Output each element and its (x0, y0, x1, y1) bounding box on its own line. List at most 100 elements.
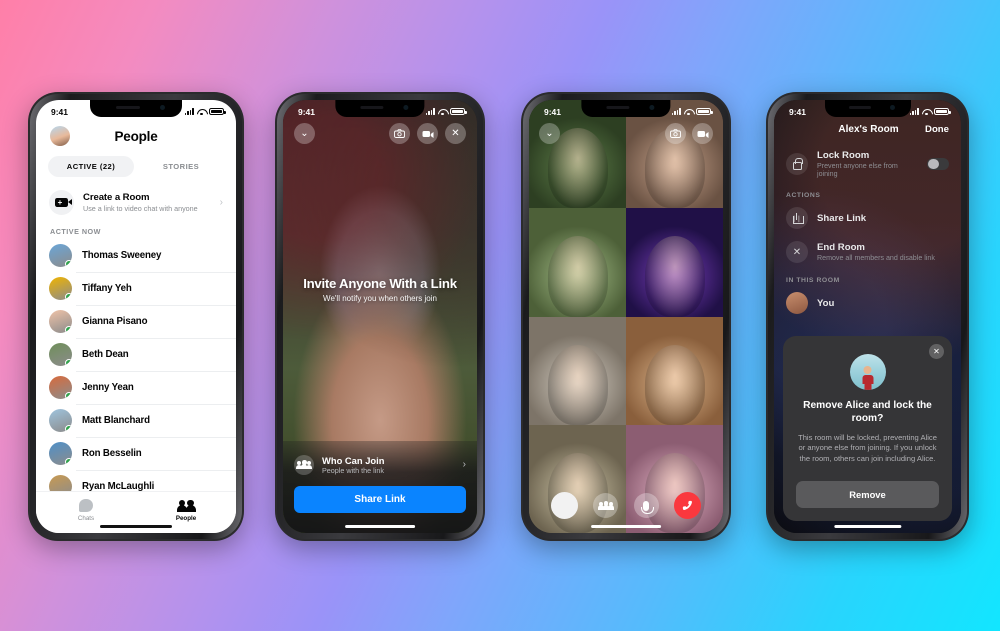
microphone-icon (640, 500, 654, 514)
done-button[interactable]: Done (925, 124, 949, 135)
end-room-subtitle: Remove all members and disable link (817, 254, 935, 262)
tab-stories[interactable]: STORIES (138, 156, 224, 177)
end-room-row[interactable]: ✕ End Room Remove all members and disabl… (774, 235, 961, 269)
cellular-signal-icon (909, 108, 919, 115)
wifi-icon (438, 108, 447, 116)
participants-button[interactable] (593, 493, 619, 518)
close-icon[interactable]: ✕ (445, 123, 466, 144)
section-label-active-now: ACTIVE NOW (50, 227, 101, 236)
avatar (49, 376, 72, 399)
notch (581, 100, 671, 117)
who-can-join-title: Who Can Join (322, 454, 385, 466)
notch (335, 100, 425, 117)
video-tile[interactable] (529, 316, 626, 425)
share-link-button[interactable]: Share Link (294, 486, 466, 513)
front-camera (160, 105, 166, 110)
chat-bubble-icon (79, 499, 93, 512)
notch (824, 100, 911, 117)
invite-bottom-panel: Who Can Join People with the link › Shar… (283, 440, 477, 533)
speaker-grille (360, 106, 384, 109)
mute-button[interactable] (633, 493, 659, 518)
who-can-join-row[interactable]: Who Can Join People with the link › (294, 454, 466, 475)
list-item[interactable]: Beth Dean (36, 338, 236, 371)
contact-name: Ron Besselin (82, 448, 142, 459)
screen-invite: 9:41 ⌄ ✕ Invite Anyone With a Link We'll… (283, 100, 477, 533)
online-status-dot (65, 392, 72, 399)
participant-face (547, 344, 608, 425)
status-time: 9:41 (51, 106, 69, 117)
wifi-icon (922, 108, 931, 116)
video-camera-icon[interactable] (417, 123, 438, 144)
people-icon (176, 499, 196, 512)
create-room-row[interactable]: + Create a Room Use a link to video chat… (36, 183, 236, 223)
contact-list: Thomas Sweeney Tiffany Yeh Gianna Pisano Be… (36, 239, 236, 503)
home-indicator[interactable] (591, 524, 661, 528)
list-item[interactable]: Gianna Pisano (36, 305, 236, 338)
speaker-grille (115, 106, 140, 109)
who-can-join-subtitle: People with the link (322, 466, 384, 475)
share-link-row[interactable]: Share Link (774, 201, 961, 235)
create-room-title: Create a Room (83, 192, 150, 203)
video-camera-icon[interactable] (692, 123, 713, 144)
list-item[interactable]: Tiffany Yeh (36, 272, 236, 305)
lock-room-title: Lock Room (817, 150, 870, 161)
avatar (786, 292, 808, 314)
list-item[interactable]: Jenny Yean (36, 371, 236, 404)
video-tile[interactable] (529, 208, 626, 317)
chevron-right-icon: › (462, 459, 466, 471)
shutter-button[interactable] (550, 492, 578, 519)
member-name: You (817, 297, 835, 309)
remove-button[interactable]: Remove (796, 481, 939, 508)
room-header: Alex's Room Done (774, 124, 961, 135)
tab-people[interactable]: People (136, 498, 236, 522)
contact-name: Gianna Pisano (82, 316, 148, 327)
invite-title: Invite Anyone With a Link (303, 276, 457, 291)
close-icon[interactable]: ✕ (929, 343, 944, 359)
avatar (49, 343, 72, 366)
battery-icon (209, 107, 226, 116)
lock-room-toggle[interactable] (927, 157, 949, 171)
list-item[interactable]: Thomas Sweeney (36, 239, 236, 272)
cellular-signal-icon (671, 108, 681, 115)
notch (90, 100, 182, 117)
invite-top-controls: ⌄ ✕ (283, 123, 477, 144)
end-call-button[interactable] (674, 492, 702, 519)
lock-room-row[interactable]: Lock Room Prevent anyone else from joini… (774, 144, 961, 184)
video-grid (529, 100, 723, 533)
close-icon: ✕ (786, 241, 808, 263)
video-tile[interactable] (626, 316, 723, 425)
online-status-dot (65, 359, 72, 366)
online-status-dot (65, 260, 72, 267)
home-indicator[interactable] (833, 524, 902, 528)
create-room-subtitle: Use a link to video chat with anyone (83, 204, 198, 213)
flip-camera-icon[interactable] (389, 123, 410, 144)
list-item[interactable]: Matt Blanchard (36, 404, 236, 437)
online-status-dot (65, 425, 72, 432)
online-status-dot (65, 458, 72, 465)
member-row-you[interactable]: You (774, 286, 961, 320)
lock-room-subtitle: Prevent anyone else from joining (817, 162, 898, 178)
home-indicator[interactable] (100, 524, 172, 528)
cellular-signal-icon (184, 108, 194, 115)
contact-name: Thomas Sweeney (82, 250, 162, 261)
home-indicator[interactable] (345, 524, 415, 528)
avatar (49, 409, 72, 432)
flip-camera-icon[interactable] (665, 123, 686, 144)
modal-body: This room will be locked, preventing Ali… (798, 432, 937, 464)
cellular-signal-icon (425, 108, 435, 115)
list-item[interactable]: Ron Besselin (36, 437, 236, 470)
chevron-down-icon[interactable]: ⌄ (539, 123, 560, 144)
screen-group-call: 9:41 ⌄ (529, 100, 723, 533)
tab-chats[interactable]: Chats (36, 498, 136, 522)
participant-face (644, 344, 705, 425)
share-icon (786, 207, 808, 229)
contact-name: Jenny Yean (82, 382, 134, 393)
end-room-title: End Room (817, 242, 865, 253)
contact-name: Matt Blanchard (82, 415, 150, 426)
tab-active[interactable]: ACTIVE (22) (48, 156, 134, 177)
video-camera-plus-icon: + (49, 190, 74, 215)
wifi-icon (197, 108, 206, 116)
chevron-down-icon[interactable]: ⌄ (294, 123, 315, 144)
video-tile[interactable] (626, 208, 723, 317)
front-camera (403, 105, 409, 110)
